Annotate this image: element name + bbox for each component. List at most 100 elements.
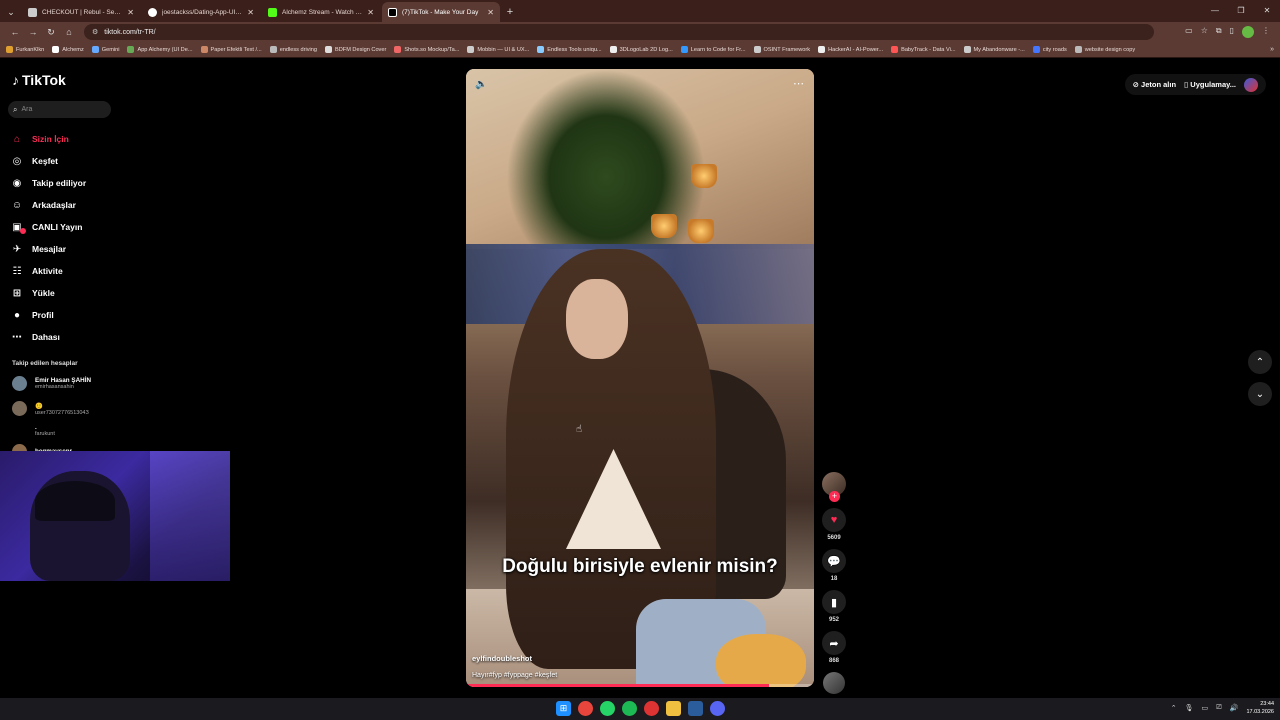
bookmark-item[interactable]: OSINT Framework: [753, 46, 810, 53]
sidebar-item-5[interactable]: ✈ Mesajlar: [10, 228, 150, 260]
discord-icon[interactable]: [710, 701, 725, 716]
tiktok-logo[interactable]: ♪ TikTok: [12, 72, 66, 88]
bookmark-item[interactable]: Learn to Code for Fr...: [680, 46, 746, 53]
browser-tab[interactable]: CHECKOUT | Rebul - Sevdiğiniz ✕: [22, 2, 140, 22]
video-username[interactable]: eylfindoubleshot: [472, 654, 532, 663]
opera-icon[interactable]: [644, 701, 659, 716]
site-info-icon[interactable]: ⚙: [92, 28, 98, 36]
profile-avatar[interactable]: [1242, 26, 1254, 38]
sidebar-item-2[interactable]: ◉ Takip ediliyor: [10, 172, 150, 194]
bookmark-item[interactable]: Gemini: [91, 46, 119, 53]
profile-icon: ●: [13, 309, 21, 321]
close-icon[interactable]: ✕: [487, 8, 494, 17]
browser-tab[interactable]: Alchemz Stream - Watch Live o ✕: [262, 2, 380, 22]
video-progress-bar[interactable]: [466, 684, 814, 687]
sidebar-item-7[interactable]: ⊞ Yükle: [10, 282, 150, 304]
next-video-button[interactable]: ⌄: [1248, 382, 1272, 406]
save-button[interactable]: ▮: [822, 590, 846, 614]
share-count: 868: [828, 658, 839, 664]
user-avatar[interactable]: [1244, 77, 1258, 92]
browser-tab-active[interactable]: (7)TikTok - Make Your Day ✕: [382, 2, 500, 22]
notes-icon[interactable]: [666, 701, 681, 716]
sidebar-item-6[interactable]: ☷ Aktivite: [10, 260, 150, 282]
maximize-icon[interactable]: ❐: [1228, 0, 1254, 20]
bookmark-item[interactable]: BDFM Design Cover: [325, 46, 386, 53]
sidebar-item-0[interactable]: ⌂ Sizin İçin: [10, 128, 150, 150]
sidebar-item-label: Takip ediliyor: [32, 178, 87, 188]
video-player[interactable]: 🔈 ⋯ Doğulu birisiyle evlenir misin? eylf…: [466, 69, 814, 687]
followed-account[interactable]: Emir Hasan ŞAHİN emirhasansahin: [12, 376, 91, 391]
whatsapp-icon[interactable]: [600, 701, 615, 716]
close-window-icon[interactable]: ✕: [1254, 0, 1280, 20]
sidebar-item-8[interactable]: ● Profil: [10, 304, 150, 326]
clock-time: 23:44: [1260, 701, 1274, 707]
address-bar[interactable]: ⚙ tiktok.com/tr-TR/: [84, 24, 1154, 40]
heart-icon: ♥: [830, 514, 838, 526]
star-icon[interactable]: ☆: [1201, 26, 1208, 38]
close-icon[interactable]: ✕: [247, 8, 254, 17]
spotify-icon[interactable]: [622, 701, 637, 716]
microphone-icon[interactable]: 🎙: [1185, 704, 1194, 712]
bookmark-item[interactable]: Shots.so Mockup/Ta...: [394, 46, 459, 53]
creator-avatar[interactable]: +: [822, 472, 846, 502]
bookmark-item[interactable]: website design copy: [1074, 46, 1135, 53]
bookmark-item[interactable]: Alchemz: [52, 46, 84, 53]
forward-icon[interactable]: →: [24, 27, 42, 37]
previous-video-button[interactable]: ⌃: [1248, 350, 1272, 374]
bookmark-item[interactable]: Mobbin — UI & UX...: [467, 46, 529, 53]
bookmark-item[interactable]: HackerAI - AI-Power...: [818, 46, 883, 53]
bookmark-favicon-icon: [537, 46, 545, 53]
bookmark-item[interactable]: BabyTrack - Data Vi...: [891, 46, 956, 53]
followed-account[interactable]: 🙂 user7307277651304З: [12, 401, 89, 416]
video-description[interactable]: Hayır#fyp #fyppage #keşfet: [472, 672, 557, 679]
bookmark-item[interactable]: endless driving: [269, 46, 317, 53]
extensions-icon[interactable]: ⧉: [1216, 26, 1222, 38]
follow-plus-icon[interactable]: +: [829, 491, 840, 502]
sidebar-item-3[interactable]: ☺ Arkadaşlar: [10, 194, 150, 216]
chevron-down-icon: ⌄: [1255, 388, 1265, 400]
close-icon[interactable]: ✕: [367, 8, 374, 17]
bookmark-item[interactable]: FurkanKlkn: [6, 46, 44, 53]
bookmark-item[interactable]: My Abandonware -...: [963, 46, 1025, 53]
cast-icon[interactable]: ▭: [1185, 26, 1193, 38]
monitor-icon[interactable]: ▭: [1202, 704, 1209, 712]
network-icon[interactable]: ⎚: [1216, 704, 1222, 712]
get-app-button[interactable]: ▯ Uygulamay...: [1184, 80, 1236, 89]
volume-tray-icon[interactable]: 🔊: [1230, 704, 1239, 712]
tab-search-icon[interactable]: ⌄: [0, 2, 22, 22]
new-tab-button[interactable]: +: [502, 2, 518, 22]
share-button[interactable]: ➦: [822, 631, 846, 655]
steam-icon[interactable]: [688, 701, 703, 716]
tiktok-note-icon: ♪: [12, 72, 19, 88]
bookmark-item[interactable]: Paper Efektli Text /...: [200, 46, 262, 53]
minimize-icon[interactable]: —: [1202, 0, 1228, 20]
bookmark-item[interactable]: city roads: [1032, 46, 1067, 53]
more-options-icon[interactable]: ⋯: [793, 77, 804, 90]
back-icon[interactable]: ←: [6, 27, 24, 37]
bookmark-item[interactable]: Endless Tools uniqu...: [537, 46, 602, 53]
clock[interactable]: 23:44 17.03.2026: [1246, 700, 1274, 716]
menu-icon[interactable]: ⋮: [1262, 26, 1270, 38]
reload-icon[interactable]: ↻: [42, 27, 60, 38]
sidebar-item-1[interactable]: ◎ Keşfet: [10, 150, 150, 172]
sidebar-icon[interactable]: ▯: [1230, 26, 1234, 38]
music-disc[interactable]: [823, 672, 845, 694]
like-button[interactable]: ♥: [822, 508, 846, 532]
sidebar-item-4[interactable]: ▣ CANLI Yayın: [10, 216, 150, 238]
bookmarks-overflow-icon[interactable]: »: [1270, 46, 1274, 53]
bookmark-item[interactable]: App Alchemy (UI De...: [127, 46, 193, 53]
tray-chevron-icon[interactable]: ⌃: [1171, 704, 1177, 712]
volume-icon[interactable]: 🔈: [475, 79, 487, 90]
get-coins-button[interactable]: ⊘ Jeton alın: [1133, 80, 1176, 89]
sidebar-item-9[interactable]: ⋯ Dahası: [10, 326, 150, 348]
close-icon[interactable]: ✕: [127, 8, 134, 17]
comment-icon: 💬: [827, 555, 841, 568]
followed-account[interactable]: . farukunt: [35, 424, 55, 437]
home-icon[interactable]: ⌂: [60, 27, 78, 37]
search-input[interactable]: ⌕ Ara: [8, 101, 111, 118]
windows-start-icon[interactable]: ⊞: [556, 701, 571, 716]
chrome-icon[interactable]: [578, 701, 593, 716]
comment-button[interactable]: 💬: [822, 549, 846, 573]
browser-tab[interactable]: joestackss/Dating-App-UI-React ✕: [142, 2, 260, 22]
bookmark-item[interactable]: 3DLogoLab 2D Log...: [609, 46, 673, 53]
